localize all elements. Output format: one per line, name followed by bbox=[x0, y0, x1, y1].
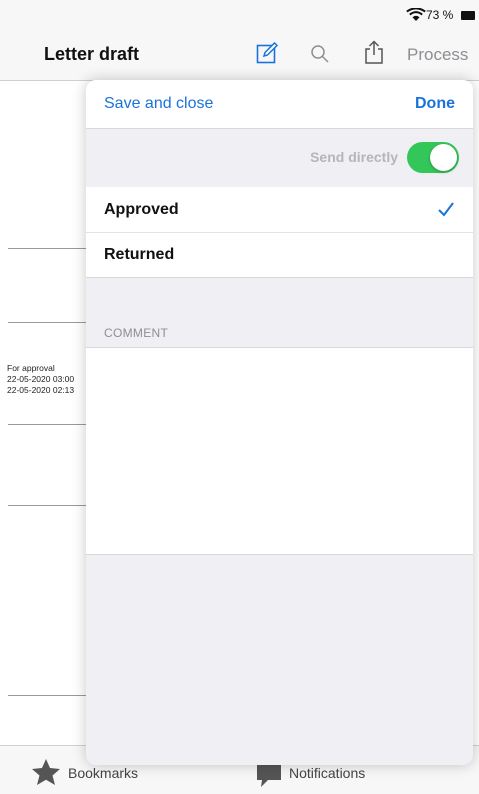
option-label: Returned bbox=[104, 246, 175, 263]
toggle-knob bbox=[430, 144, 457, 171]
divider bbox=[8, 424, 88, 425]
edit-icon[interactable] bbox=[256, 42, 278, 64]
decision-options: Approved Returned bbox=[86, 187, 473, 278]
tab-bookmarks[interactable]: Bookmarks bbox=[68, 765, 138, 781]
option-label: Approved bbox=[104, 201, 179, 218]
navigation-bar: Letter draft Process bbox=[0, 28, 479, 81]
document-date: 22-05-2020 02:13 bbox=[7, 385, 75, 395]
star-icon[interactable] bbox=[31, 758, 61, 786]
send-directly-label: Send directly bbox=[310, 149, 398, 165]
battery-icon bbox=[461, 11, 475, 20]
send-directly-toggle[interactable] bbox=[407, 142, 459, 173]
checkmark-icon bbox=[438, 202, 454, 217]
comment-section-header: COMMENT bbox=[104, 326, 169, 340]
process-sheet: Save and close Done Send directly Approv… bbox=[86, 80, 473, 765]
status-bar: 73 % bbox=[0, 0, 479, 28]
document-date: 22-05-2020 03:00 bbox=[7, 374, 75, 384]
process-button[interactable]: Process bbox=[407, 45, 468, 65]
option-approved[interactable]: Approved bbox=[86, 187, 473, 233]
search-icon[interactable] bbox=[310, 44, 330, 64]
wifi-icon bbox=[406, 8, 426, 21]
document-status: For approval bbox=[7, 363, 55, 373]
option-returned[interactable]: Returned bbox=[86, 232, 473, 277]
divider bbox=[8, 322, 88, 323]
battery-percentage: 73 % bbox=[426, 8, 454, 22]
done-button[interactable]: Done bbox=[415, 95, 455, 113]
comment-input[interactable] bbox=[86, 347, 473, 555]
page-title: Letter draft bbox=[44, 44, 140, 64]
document-item[interactable]: For approval 22-05-2020 03:00 22-05-2020… bbox=[7, 363, 74, 396]
share-icon[interactable] bbox=[363, 40, 385, 64]
divider bbox=[8, 695, 88, 696]
sheet-header: Save and close Done bbox=[86, 80, 473, 129]
save-and-close-button[interactable]: Save and close bbox=[104, 95, 213, 113]
send-directly-row: Send directly bbox=[86, 129, 473, 188]
tab-notifications[interactable]: Notifications bbox=[289, 765, 365, 781]
divider bbox=[8, 505, 88, 506]
divider bbox=[8, 248, 88, 249]
